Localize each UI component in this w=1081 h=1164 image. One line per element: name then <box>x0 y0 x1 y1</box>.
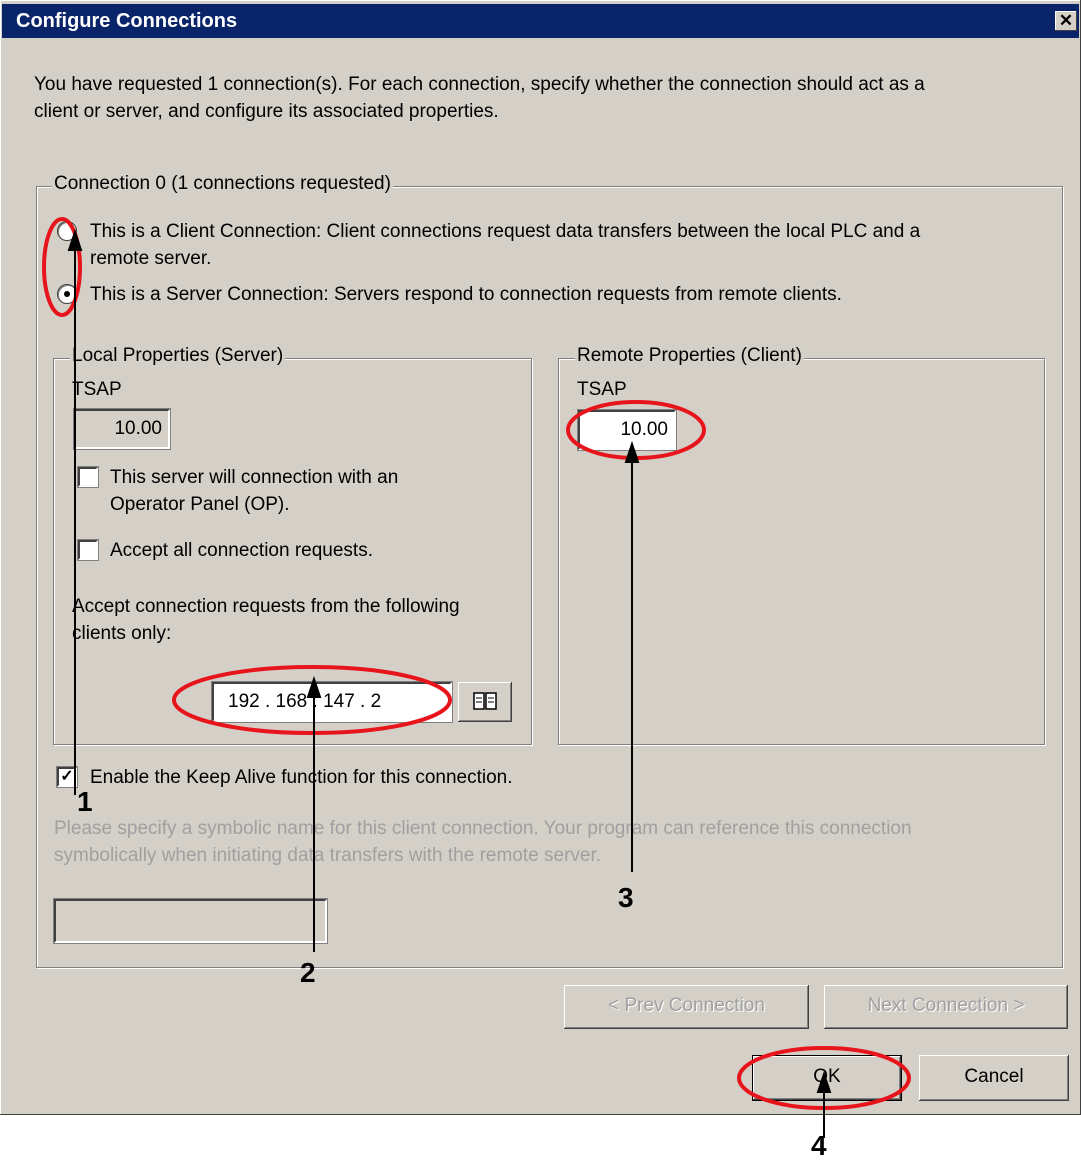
annotation-arrows <box>67 228 832 1138</box>
annotation-overlay <box>42 217 911 1138</box>
annotation-number-1: 1 <box>77 786 93 817</box>
ip-highlight-ellipse <box>172 665 452 735</box>
annotation-number-3: 3 <box>618 882 634 913</box>
annotation-number-4: 4 <box>811 1130 827 1161</box>
tsap-highlight-ellipse <box>566 400 706 460</box>
annotation-number-2: 2 <box>300 957 316 988</box>
